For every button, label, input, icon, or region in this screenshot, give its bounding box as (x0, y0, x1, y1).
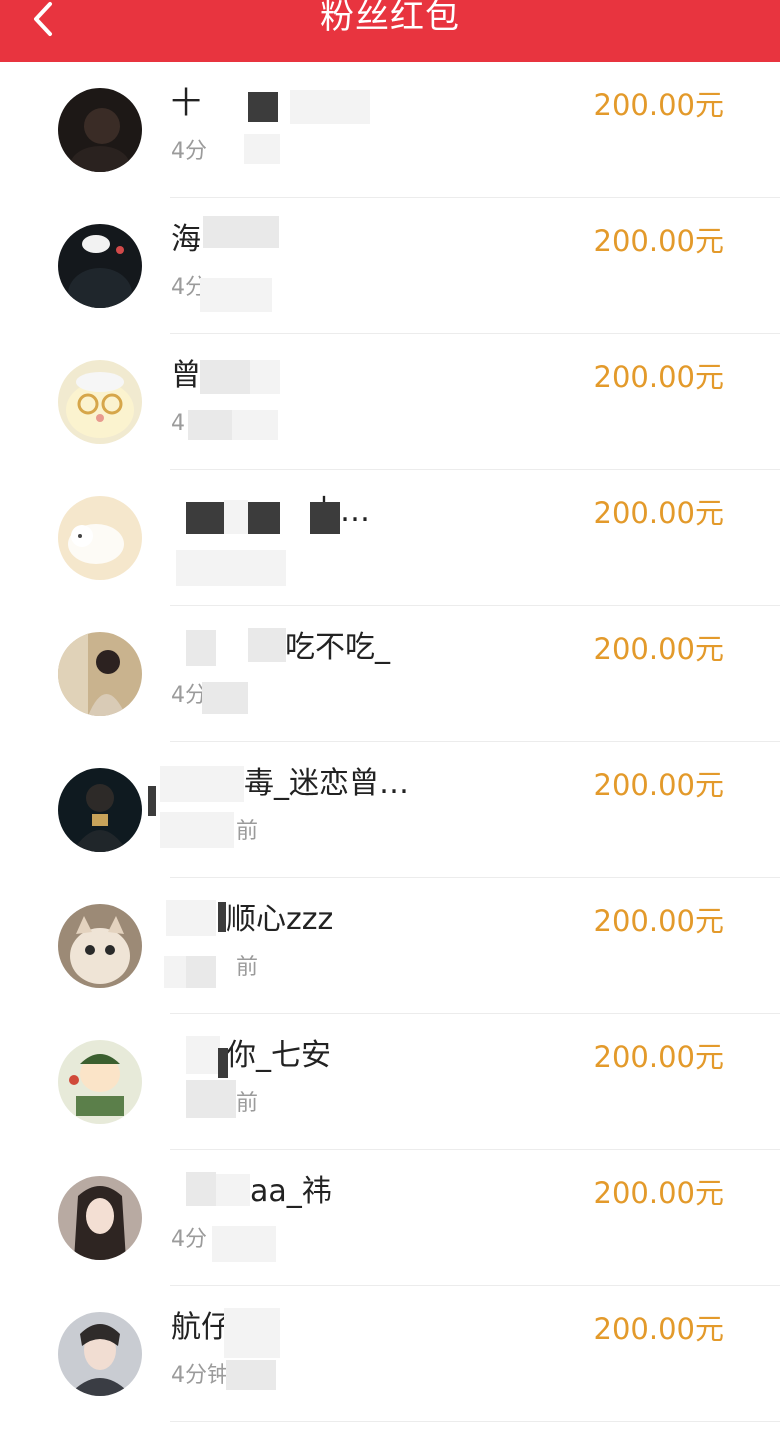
privacy-mask (200, 278, 272, 312)
privacy-mask (186, 1172, 216, 1206)
fan-name: 十 (171, 86, 201, 121)
avatar (58, 1176, 142, 1260)
fan-name: 吃不吃_ (285, 630, 390, 665)
privacy-mask (164, 956, 186, 988)
list-item[interactable]: 曾 4 200.00元 (0, 334, 780, 470)
list-item[interactable]: 毒_迷恋曾… 前 200.00元 (0, 742, 780, 878)
avatar (58, 360, 142, 444)
fan-name: aa_祎 (250, 1174, 332, 1209)
top-bar: 粉丝红包 (0, 0, 780, 62)
avatar (58, 224, 142, 308)
privacy-mask (248, 628, 286, 662)
list-item[interactable]: 你_七安 前 200.00元 (0, 1014, 780, 1150)
avatar (58, 88, 142, 172)
amount: 200.00元 (593, 88, 724, 122)
privacy-mask (248, 92, 278, 122)
list-item[interactable]: 航仔 帅 4分钟 200.00元 (0, 1286, 780, 1422)
privacy-mask (218, 1048, 228, 1078)
privacy-mask (232, 410, 278, 440)
list-item[interactable]: 顺心zzz 前 200.00元 (0, 878, 780, 1014)
list-item[interactable]: aa_祎 4分 200.00元 (0, 1150, 780, 1286)
fan-name: 顺心zzz (226, 902, 334, 937)
privacy-mask (202, 682, 248, 714)
list-item[interactable]: 上… 200.00元 (0, 470, 780, 606)
fan-name: 毒_迷恋曾… (244, 766, 409, 801)
privacy-mask (186, 956, 216, 988)
list-item[interactable]: 海 4分 200.00元 (0, 198, 780, 334)
privacy-mask (212, 1226, 276, 1262)
privacy-mask (203, 216, 279, 248)
time-ago: 前 (236, 955, 259, 980)
list-item[interactable]: 吃不吃_ 4分 200.00元 (0, 606, 780, 742)
privacy-mask (148, 786, 156, 816)
time-ago: 前 (236, 819, 259, 844)
amount: 200.00元 (593, 360, 724, 394)
fan-name: 海 (171, 222, 201, 257)
page-title: 粉丝红包 (320, 0, 460, 37)
privacy-mask (160, 766, 244, 802)
privacy-mask (226, 1360, 276, 1390)
privacy-mask (310, 502, 340, 534)
amount: 200.00元 (593, 904, 724, 938)
avatar (58, 768, 142, 852)
privacy-mask (166, 900, 216, 936)
privacy-mask (186, 502, 224, 534)
privacy-mask (186, 1080, 236, 1118)
amount: 200.00元 (593, 224, 724, 258)
privacy-mask (290, 90, 370, 124)
list-item[interactable]: 十 4分 200.00元 (0, 62, 780, 198)
fan-name: 你_七安 (226, 1038, 331, 1073)
red-packet-list: 十 4分 200.00元 海 4分 200.00元 曾 4 200.00元 上…… (0, 62, 780, 1422)
avatar (58, 904, 142, 988)
time-ago: 4分 (171, 139, 207, 164)
amount: 200.00元 (593, 1176, 724, 1210)
privacy-mask (224, 1308, 280, 1358)
avatar (58, 1040, 142, 1124)
privacy-mask (176, 550, 286, 586)
privacy-mask (250, 360, 280, 394)
privacy-mask (186, 1036, 220, 1074)
time-ago: 4分 (171, 1227, 207, 1252)
time-ago: 4分钟 (171, 1363, 229, 1388)
privacy-mask (160, 812, 234, 848)
privacy-mask (218, 902, 226, 932)
privacy-mask (224, 500, 248, 534)
time-ago: 4 (171, 411, 185, 436)
time-ago: 前 (236, 1091, 259, 1116)
fan-name: 曾 (171, 358, 201, 393)
privacy-mask (248, 502, 280, 534)
privacy-mask (200, 360, 250, 394)
amount: 200.00元 (593, 496, 724, 530)
amount: 200.00元 (593, 1040, 724, 1074)
avatar (58, 1312, 142, 1396)
privacy-mask (186, 630, 216, 666)
privacy-mask (216, 1174, 250, 1206)
amount: 200.00元 (593, 768, 724, 802)
avatar (58, 496, 142, 580)
avatar (58, 632, 142, 716)
privacy-mask (244, 134, 280, 164)
amount: 200.00元 (593, 1312, 724, 1346)
privacy-mask (188, 410, 232, 440)
amount: 200.00元 (593, 632, 724, 666)
